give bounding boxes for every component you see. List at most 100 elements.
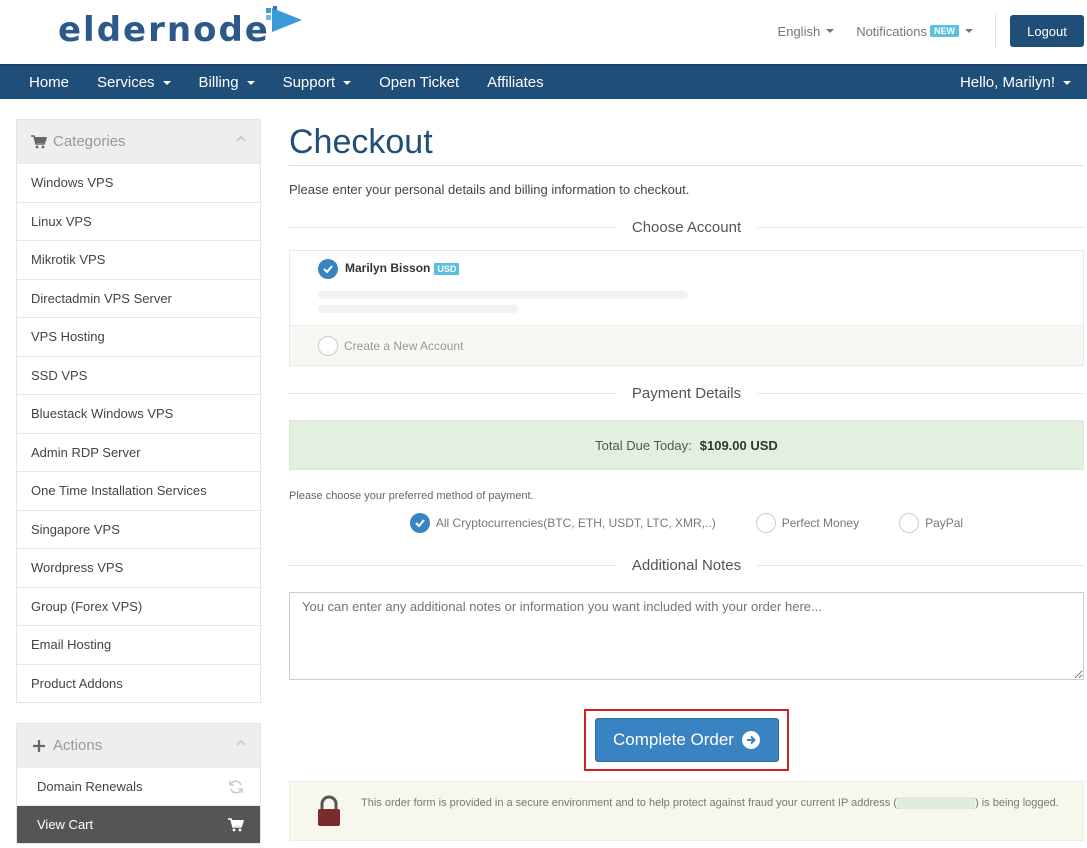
actions-header[interactable]: Actions (17, 724, 260, 767)
payment-label: All Cryptocurrencies(BTC, ETH, USDT, LTC… (435, 516, 716, 530)
complete-order-label: Complete Order (613, 730, 734, 749)
sidebar-item-directadmin-vps[interactable]: Directadmin VPS Server (17, 278, 260, 318)
caret-down-icon (1063, 80, 1071, 85)
caret-down-icon (246, 80, 255, 85)
sidebar-item-mikrotik-vps[interactable]: Mikrotik VPS (17, 240, 260, 279)
payment-label: Perfect Money (781, 516, 860, 530)
radio-icon[interactable] (899, 513, 920, 533)
new-account-option[interactable]: Create a New Account (290, 325, 1083, 365)
section-title: Payment Details (631, 384, 742, 402)
shopping-cart-icon (228, 818, 244, 832)
nav-services[interactable]: Services (83, 66, 185, 99)
page-title: Checkout (289, 123, 433, 161)
caret-down-icon (826, 29, 835, 33)
new-badge: NEW (930, 25, 959, 37)
nav-affiliates[interactable]: Affiliates (473, 66, 557, 99)
nav-billing-label: Billing (198, 74, 239, 91)
sidebar-item-product-addons[interactable]: Product Addons (17, 663, 260, 703)
header: eldernode English Notifications NEW Logo… (0, 0, 1087, 64)
chevron-up-icon[interactable] (236, 738, 246, 748)
intro-text: Please enter your personal details and b… (289, 182, 690, 197)
payment-hint: Please choose your preferred method of p… (289, 490, 534, 502)
sidebar-item-label: Product Addons (31, 675, 123, 691)
logout-button[interactable]: Logout (1010, 15, 1084, 47)
secure-text-start: This order form is provided in a secure … (361, 797, 898, 809)
nav-support-label: Support (282, 74, 336, 91)
sidebar-item-installation-services[interactable]: One Time Installation Services (17, 471, 260, 510)
lock-icon (318, 795, 340, 826)
sidebar-item-bluestack-vps[interactable]: Bluestack Windows VPS (17, 394, 260, 433)
radio-icon[interactable] (755, 513, 776, 533)
complete-order-button[interactable]: Complete Order (594, 718, 779, 762)
notes-textarea[interactable] (289, 592, 1084, 680)
sidebar-item-singapore-vps[interactable]: Singapore VPS (17, 509, 260, 549)
checked-radio-icon[interactable] (409, 513, 430, 533)
logo-text: eldernode (58, 10, 270, 50)
sidebar-item-label: Bluestack Windows VPS (31, 406, 174, 422)
nav-home[interactable]: Home (0, 66, 83, 99)
notifications-menu[interactable]: Notifications NEW (856, 24, 973, 39)
chevron-up-icon[interactable] (236, 134, 246, 144)
complete-order-highlight: Complete Order (584, 709, 789, 771)
checkout-main: Checkout Please enter your personal deta… (289, 119, 1084, 841)
action-domain-renewals[interactable]: Domain Renewals (17, 767, 260, 805)
divider (995, 14, 996, 48)
nav-support[interactable]: Support (269, 66, 366, 99)
total-value: $109.00 USD (699, 437, 778, 453)
section-title: Additional Notes (631, 556, 742, 574)
sidebar-item-admin-rdp[interactable]: Admin RDP Server (17, 432, 260, 472)
action-view-cart[interactable]: View Cart (17, 805, 260, 843)
language-selector[interactable]: English (778, 24, 835, 39)
nav-open-ticket[interactable]: Open Ticket (365, 66, 473, 99)
language-label: English (777, 23, 821, 39)
additional-notes-heading: Additional Notes (289, 550, 1084, 580)
account-selector: Marilyn Bisson USD Create a New Account (289, 250, 1084, 366)
payment-option-perfect-money[interactable]: Perfect Money (755, 513, 860, 533)
sidebar-item-ssd-vps[interactable]: SSD VPS (17, 355, 260, 395)
redacted-ip (897, 797, 976, 810)
sidebar: Categories Windows VPS Linux VPS Mikroti… (16, 119, 261, 844)
categories-panel: Categories Windows VPS Linux VPS Mikroti… (16, 119, 261, 703)
payment-option-paypal[interactable]: PayPal (899, 513, 963, 533)
new-account-label: Create a New Account (344, 338, 464, 353)
caret-down-icon (343, 80, 352, 85)
sidebar-item-label: VPS Hosting (31, 329, 105, 345)
payment-option-crypto[interactable]: All Cryptocurrencies(BTC, ETH, USDT, LTC… (409, 513, 716, 533)
total-due-box: Total Due Today: $109.00 USD (289, 420, 1084, 470)
categories-header[interactable]: Categories (17, 120, 260, 163)
nav-user-menu[interactable]: Hello, Marilyn! (946, 66, 1087, 99)
logo-play-icon (265, 6, 302, 32)
sidebar-item-label: Admin RDP Server (31, 444, 141, 460)
account-name-text: Marilyn Bisson (345, 261, 431, 275)
caret-down-icon (965, 29, 973, 33)
sidebar-item-label: Group (Forex VPS) (31, 598, 143, 614)
nav-open-ticket-label: Open Ticket (379, 74, 460, 91)
redacted-address (318, 305, 518, 313)
sidebar-item-vps-hosting[interactable]: VPS Hosting (17, 317, 260, 356)
logo[interactable]: eldernode (58, 6, 304, 52)
payment-methods: All Cryptocurrencies(BTC, ETH, USDT, LTC… (289, 510, 1084, 536)
payment-label: PayPal (925, 516, 964, 530)
nav-billing[interactable]: Billing (185, 66, 269, 99)
redacted-address (318, 291, 688, 299)
sidebar-item-label: Windows VPS (31, 175, 114, 191)
sidebar-item-forex-vps[interactable]: Group (Forex VPS) (17, 586, 260, 626)
sidebar-item-label: Directadmin VPS Server (31, 290, 172, 306)
sidebar-item-wordpress-vps[interactable]: Wordpress VPS (17, 548, 260, 587)
sidebar-item-email-hosting[interactable]: Email Hosting (17, 625, 260, 664)
user-greeting: Hello, Marilyn! (959, 74, 1055, 91)
account-name: Marilyn Bisson USD (345, 261, 460, 275)
categories-title: Categories (53, 133, 126, 150)
actions-title: Actions (53, 737, 103, 754)
sidebar-item-linux-vps[interactable]: Linux VPS (17, 201, 260, 241)
existing-account-option[interactable]: Marilyn Bisson USD (290, 251, 1083, 325)
action-label: View Cart (37, 817, 94, 832)
sidebar-item-label: Linux VPS (31, 213, 92, 229)
radio-icon[interactable] (318, 335, 338, 356)
secure-notice: This order form is provided in a secure … (289, 781, 1084, 841)
sidebar-item-windows-vps[interactable]: Windows VPS (17, 163, 260, 202)
action-label: Domain Renewals (37, 779, 143, 794)
section-title: Choose Account (631, 218, 742, 236)
checked-radio-icon[interactable] (318, 259, 338, 279)
refresh-icon (229, 780, 243, 794)
